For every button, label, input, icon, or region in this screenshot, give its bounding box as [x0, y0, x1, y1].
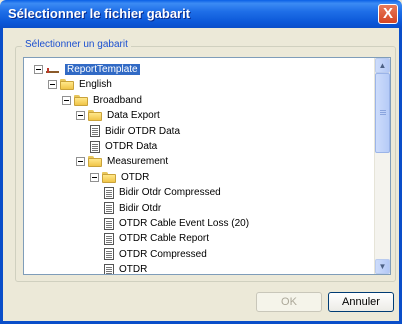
tree-item-label: ReportTemplate — [65, 64, 140, 75]
tree-file-item[interactable]: Bidir OTDR Data — [90, 124, 182, 139]
ok-button[interactable]: OK — [256, 292, 322, 312]
tree-file-item[interactable]: OTDR Cable Report — [104, 231, 211, 246]
tree-item-label: Bidir Otdr — [119, 202, 162, 214]
close-icon: X — [382, 5, 393, 22]
folder-open-icon — [88, 156, 102, 168]
close-button[interactable]: X — [378, 4, 398, 24]
tree-file-item[interactable]: OTDR Cable Event Loss (20) — [104, 216, 251, 231]
tree-content: ReportTemplate English Broadband Data Expor… — [24, 58, 374, 274]
tree-item-label: Bidir Otdr Compressed — [119, 187, 221, 199]
document-icon — [104, 217, 114, 230]
vertical-scrollbar[interactable]: ▲ ▼ — [374, 58, 390, 274]
folder-open-icon — [74, 94, 88, 106]
arrow-up-icon: ▲ — [378, 61, 387, 70]
tree-folder-item[interactable]: English — [48, 77, 114, 92]
collapse-toggle-icon[interactable] — [90, 172, 99, 182]
tree-file-item[interactable]: OTDR — [104, 262, 149, 274]
tree-folder-item[interactable]: OTDR — [90, 170, 151, 185]
title-bar[interactable]: Sélectionner le fichier gabarit X — [0, 0, 402, 28]
tree-item-label: Broadband — [93, 94, 142, 106]
tree-item-label: OTDR — [119, 264, 148, 274]
tree-item-label: Data Export — [107, 110, 160, 122]
tree-item-label: OTDR Data — [105, 141, 158, 152]
tree-item-label: OTDR Compressed — [119, 248, 207, 260]
root-icon — [46, 65, 62, 75]
dialog-window: Sélectionner le fichier gabarit X Sélect… — [0, 0, 402, 324]
document-icon — [104, 263, 114, 274]
cancel-button[interactable]: Annuler — [328, 292, 394, 312]
document-icon — [104, 202, 114, 215]
folder-open-icon — [60, 79, 74, 91]
window-frame-left — [0, 28, 3, 324]
tree-item-label: English — [79, 79, 112, 91]
groupbox-label: Sélectionner un gabarit — [22, 39, 131, 50]
folder-open-icon — [102, 171, 116, 183]
collapse-toggle-icon[interactable] — [62, 95, 71, 105]
tree-file-item[interactable]: Bidir Otdr Compressed — [104, 185, 223, 200]
tree-file-item[interactable]: Bidir Otdr — [104, 201, 163, 216]
document-icon — [104, 248, 114, 261]
arrow-down-icon: ▼ — [378, 262, 387, 271]
tree-folder-item[interactable]: Broadband — [62, 93, 144, 108]
tree-item-label: Bidir OTDR Data — [105, 125, 181, 137]
tree-item-label: OTDR Cable Event Loss (20) — [119, 218, 250, 229]
collapse-toggle-icon[interactable] — [76, 157, 85, 167]
document-icon — [90, 125, 100, 138]
tree-file-item[interactable]: OTDR Data — [90, 139, 159, 154]
tree-file-item[interactable]: OTDR Compressed — [104, 247, 209, 262]
folder-open-icon — [88, 110, 102, 122]
scroll-grip-icon — [380, 110, 386, 111]
tree-root-item[interactable]: ReportTemplate — [34, 62, 140, 77]
tree-item-label: Measurement — [107, 156, 169, 168]
scroll-up-button[interactable]: ▲ — [375, 58, 390, 73]
document-icon — [104, 186, 114, 199]
scroll-thumb[interactable] — [375, 73, 390, 153]
dialog-title: Sélectionner le fichier gabarit — [8, 6, 191, 21]
document-icon — [104, 232, 114, 245]
template-tree[interactable]: ReportTemplate English Broadband Data Expor… — [23, 57, 391, 275]
tree-folder-item[interactable]: Measurement — [76, 154, 170, 169]
tree-folder-item[interactable]: Data Export — [76, 108, 162, 123]
tree-item-label: OTDR — [121, 171, 150, 183]
collapse-toggle-icon[interactable] — [34, 65, 43, 74]
collapse-toggle-icon[interactable] — [48, 80, 57, 90]
document-icon — [90, 140, 100, 153]
tree-item-label: OTDR Cable Report — [119, 233, 210, 245]
scroll-down-button[interactable]: ▼ — [375, 259, 390, 274]
collapse-toggle-icon[interactable] — [76, 111, 85, 121]
